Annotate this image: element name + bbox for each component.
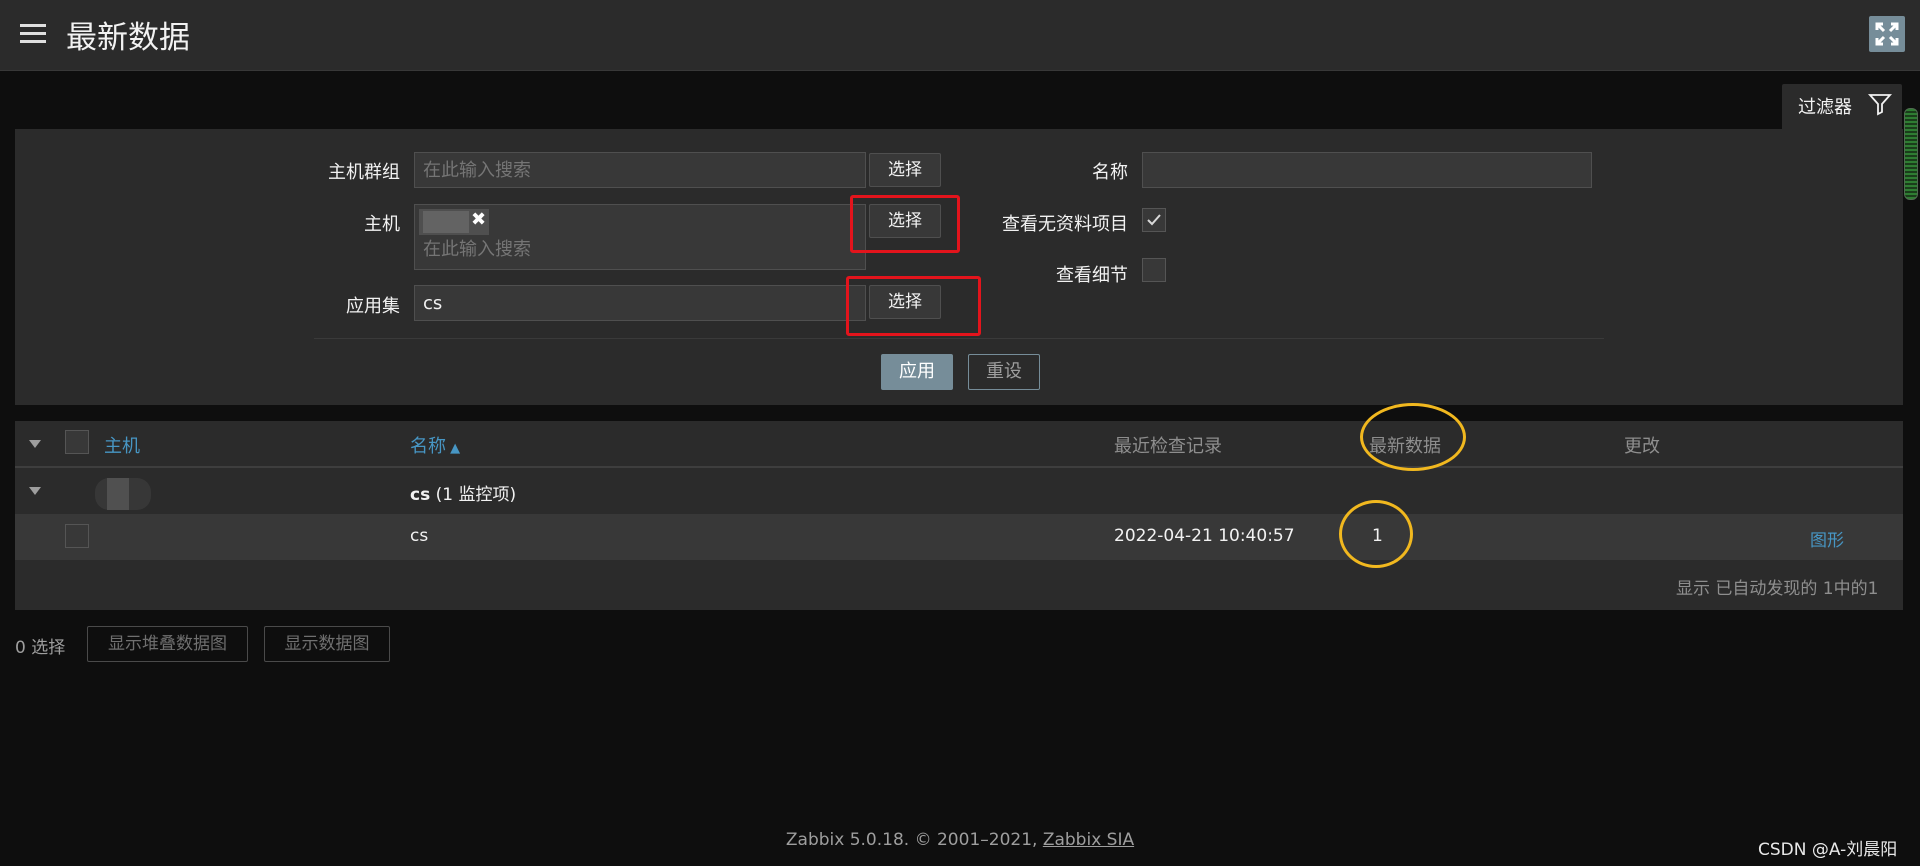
column-name-label: 名称 [410, 436, 446, 457]
collapse-group-icon[interactable] [29, 487, 41, 495]
name-input[interactable] [1142, 152, 1592, 188]
filter-tab-label: 过滤器 [1798, 97, 1852, 118]
remove-chip-icon[interactable]: ✖ [471, 209, 486, 230]
collapse-all-icon[interactable] [29, 440, 41, 448]
apply-button[interactable]: 应用 [881, 354, 953, 390]
host-group-label: 主机群组 [328, 162, 400, 183]
scrollbar[interactable] [1904, 108, 1918, 200]
group-count: (1 监控项) [435, 485, 517, 505]
fullscreen-icon[interactable] [1869, 16, 1905, 52]
table-footer-text: 显示 已自动发现的 1中的1 [1676, 579, 1879, 599]
host-group-input[interactable] [414, 152, 866, 188]
table-row: cs 2022-04-21 10:40:57 1 图形 [15, 514, 1903, 560]
column-change: 更改 [1624, 436, 1660, 457]
show-details-label: 查看细节 [1056, 265, 1128, 286]
column-name[interactable]: 名称 ▲ [410, 432, 460, 458]
graph-button[interactable]: 显示数据图 [264, 626, 390, 662]
graph-link[interactable]: 图形 [1810, 526, 1844, 551]
table-header: 主机 名称 ▲ 最近检查记录 最新数据 更改 [15, 421, 1903, 468]
blurred-host-name-inner [107, 478, 129, 510]
host-group-select-button[interactable]: 选择 [869, 153, 941, 187]
name-label: 名称 [1092, 162, 1128, 183]
checkmark-icon [1147, 214, 1161, 226]
stacked-graph-button[interactable]: 显示堆叠数据图 [87, 626, 248, 662]
menu-icon[interactable] [20, 24, 46, 46]
gold-annotation-header [1360, 403, 1466, 471]
watermark: CSDN @A-刘晨阳 [1758, 840, 1898, 860]
page-header: 最新数据 [0, 0, 1920, 71]
show-details-checkbox[interactable] [1142, 258, 1166, 282]
select-all-checkbox[interactable] [65, 430, 89, 454]
red-annotation-application-select [846, 276, 981, 336]
group-name-label: cs [410, 485, 431, 505]
column-last-check: 最近检查记录 [1114, 436, 1222, 457]
item-last-check: 2022-04-21 10:40:57 [1114, 526, 1295, 546]
reset-button[interactable]: 重设 [968, 354, 1040, 390]
selected-count: 0 选择 [15, 638, 66, 658]
item-name: cs [410, 526, 429, 546]
red-annotation-host-select [850, 195, 960, 253]
group-name: cs (1 监控项) [410, 480, 516, 505]
column-host[interactable]: 主机 [104, 432, 140, 458]
application-input[interactable] [414, 285, 866, 321]
host-multiselect[interactable]: ✖ [414, 204, 866, 270]
application-label: 应用集 [346, 296, 400, 317]
host-chip: ✖ [419, 209, 489, 235]
blurred-host-name [423, 211, 469, 233]
filter-icon [1868, 94, 1892, 116]
filter-divider [314, 338, 1604, 339]
show-without-data-label: 查看无资料项目 [1002, 214, 1128, 235]
page-title: 最新数据 [66, 20, 190, 56]
page-footer: Zabbix 5.0.18. © 2001–2021, Zabbix SIA [0, 830, 1920, 850]
show-without-data-checkbox[interactable] [1142, 208, 1166, 232]
footer-version: Zabbix 5.0.18. © 2001–2021, [785, 830, 1043, 850]
gold-annotation-value [1339, 500, 1413, 568]
filter-tab[interactable]: 过滤器 [1782, 84, 1902, 130]
table-row-group: cs (1 监控项) [15, 468, 1903, 514]
host-label: 主机 [364, 214, 400, 235]
host-search-input[interactable] [415, 239, 861, 260]
row-checkbox[interactable] [65, 524, 89, 548]
footer-company-link[interactable]: Zabbix SIA [1043, 830, 1134, 850]
sort-asc-icon: ▲ [446, 441, 461, 456]
